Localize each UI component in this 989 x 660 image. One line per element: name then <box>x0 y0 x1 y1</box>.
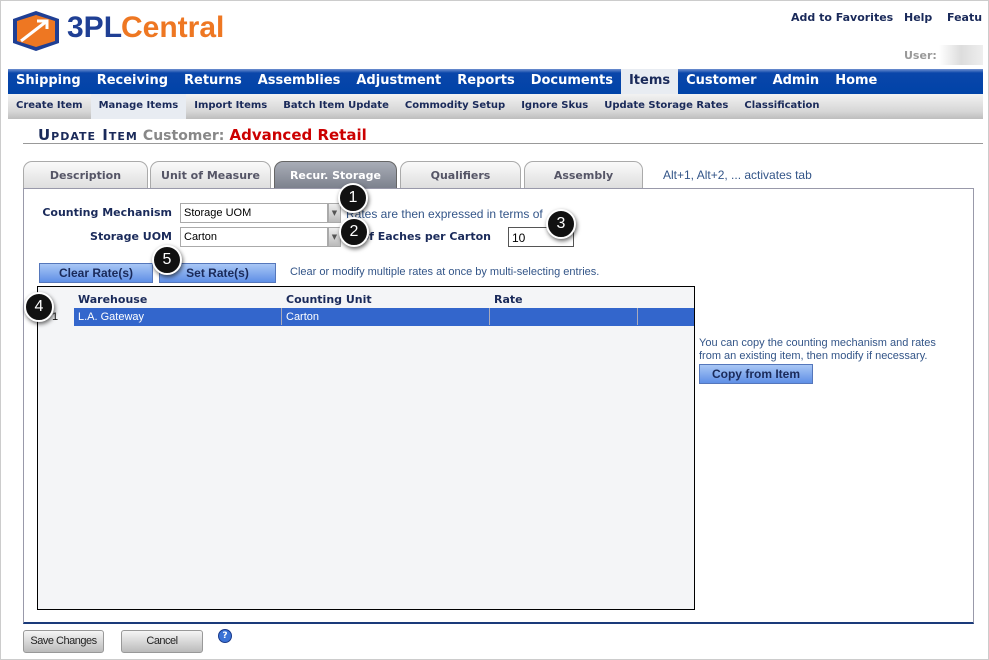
user-label: User: <box>904 49 937 62</box>
copy-hint-line-2: from an existing item, then modify if ne… <box>699 350 928 362</box>
save-changes-button[interactable]: Save Changes <box>23 630 104 653</box>
storage-uom-label: Storage UOM <box>90 230 172 243</box>
nav-receiving[interactable]: Receiving <box>89 69 176 94</box>
nav-shipping[interactable]: Shipping <box>8 69 89 94</box>
column-header-rate[interactable]: Rate <box>494 293 523 306</box>
nav-customer[interactable]: Customer <box>678 69 764 94</box>
copy-from-item-button[interactable]: Copy from Item <box>699 364 813 384</box>
tab-unit-of-measure[interactable]: Unit of Measure <box>150 161 271 189</box>
counting-mechanism-label: Counting Mechanism <box>42 206 172 219</box>
box-logo-icon <box>13 11 59 51</box>
main-nav: Shipping Receiving Returns Assemblies Ad… <box>8 69 983 94</box>
storage-uom-select[interactable]: Carton <box>180 227 328 247</box>
title-divider <box>23 143 983 144</box>
callout-3: 3 <box>546 209 576 239</box>
subnav-import-items[interactable]: Import Items <box>186 94 275 119</box>
user-name-blurred <box>939 45 983 65</box>
copy-hint-line-1: You can copy the counting mechanism and … <box>699 337 936 349</box>
rates-grid[interactable]: Warehouse Counting Unit Rate 1 L.A. Gate… <box>37 286 695 610</box>
clear-rates-button[interactable]: Clear Rate(s) <box>39 263 153 283</box>
subnav-ignore-skus[interactable]: Ignore Skus <box>513 94 596 119</box>
chevron-down-icon[interactable]: ▼ <box>328 203 341 223</box>
nav-documents[interactable]: Documents <box>523 69 621 94</box>
tab-qualifiers[interactable]: Qualifiers <box>400 161 521 189</box>
help-link[interactable]: Help <box>904 11 932 24</box>
column-header-counting-unit[interactable]: Counting Unit <box>286 293 372 306</box>
counting-mechanism-select[interactable]: Storage UOM <box>180 203 328 223</box>
nav-assemblies[interactable]: Assemblies <box>250 69 349 94</box>
logo-text-central: Central <box>121 11 225 44</box>
page-title: Update Item Customer: Advanced Retail <box>38 125 367 144</box>
subnav-create-item[interactable]: Create Item <box>8 94 91 119</box>
rates-note: Rates are then expressed in terms of <box>346 207 543 221</box>
nav-reports[interactable]: Reports <box>449 69 522 94</box>
tab-description[interactable]: Description <box>23 161 148 189</box>
customer-label: Customer: <box>142 128 225 144</box>
tab-assembly[interactable]: Assembly <box>524 161 643 189</box>
callout-4: 4 <box>24 292 54 322</box>
subnav-batch-item-update[interactable]: Batch Item Update <box>275 94 397 119</box>
multi-select-hint: Clear or modify multiple rates at once b… <box>290 266 600 278</box>
features-link[interactable]: Featu <box>947 11 982 24</box>
subnav-commodity-setup[interactable]: Commodity Setup <box>397 94 513 119</box>
nav-admin[interactable]: Admin <box>765 69 828 94</box>
nav-returns[interactable]: Returns <box>176 69 250 94</box>
nav-home[interactable]: Home <box>827 69 885 94</box>
callout-1: 1 <box>338 183 368 213</box>
nav-items[interactable]: Items <box>620 69 679 94</box>
subnav-update-storage-rates[interactable]: Update Storage Rates <box>596 94 736 119</box>
logo[interactable]: 3PL Central <box>11 9 231 53</box>
callout-2: 2 <box>339 217 369 247</box>
callout-5: 5 <box>152 245 182 275</box>
subnav-manage-items[interactable]: Manage Items <box>90 94 187 119</box>
page-title-text: Update Item <box>38 126 138 144</box>
sub-nav: Create Item Manage Items Import Items Ba… <box>8 94 983 119</box>
logo-text-3pl: 3PL <box>67 11 123 44</box>
tab-shortcut-hint: Alt+1, Alt+2, ... activates tab <box>663 168 812 182</box>
cell-warehouse[interactable]: L.A. Gateway <box>74 308 282 325</box>
cell-counting-unit[interactable]: Carton <box>282 308 490 325</box>
tab-recur-storage[interactable]: Recur. Storage <box>274 161 397 189</box>
help-icon[interactable]: ? <box>218 629 232 643</box>
column-header-warehouse[interactable]: Warehouse <box>78 293 147 306</box>
table-row[interactable]: 1 L.A. Gateway Carton <box>38 308 694 326</box>
nav-adjustment[interactable]: Adjustment <box>348 69 449 94</box>
customer-name: Advanced Retail <box>229 126 367 144</box>
add-to-favorites-link[interactable]: Add to Favorites <box>791 11 893 24</box>
cell-rate[interactable] <box>490 308 638 325</box>
cancel-button[interactable]: Cancel <box>121 630 203 653</box>
subnav-classification[interactable]: Classification <box>736 94 827 119</box>
